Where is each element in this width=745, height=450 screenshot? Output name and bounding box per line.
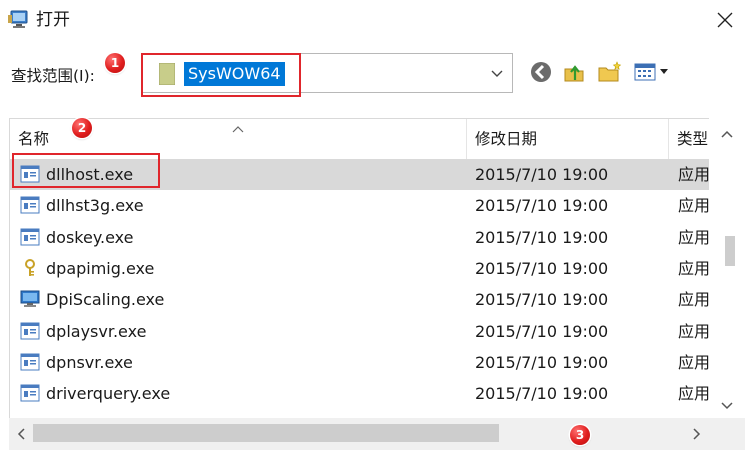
file-modified-date: 2015/7/10 19:00 <box>475 227 609 247</box>
file-name: dpnsvr.exe <box>46 352 133 372</box>
file-name: dpapimig.exe <box>46 258 155 278</box>
file-row[interactable]: driverquery.exe 2015/7/10 19:00 应用 <box>10 378 710 409</box>
file-modified-date: 2015/7/10 19:00 <box>475 290 609 310</box>
vertical-scrollbar[interactable] <box>709 118 745 418</box>
annotation-badge-1: 1 <box>105 53 125 73</box>
scroll-up-button[interactable] <box>709 124 745 144</box>
file-row[interactable]: dllhost.exe 2015/7/10 19:00 应用 <box>10 159 710 190</box>
dialog-title: 打开 <box>36 10 70 30</box>
app-icon <box>20 322 40 340</box>
close-icon <box>717 12 733 28</box>
file-name: driverquery.exe <box>46 384 171 404</box>
chevron-up-icon <box>721 130 733 138</box>
list-header: 名称 修改日期 类型 <box>10 119 745 160</box>
file-name: doskey.exe <box>46 227 134 247</box>
annotation-badge-2: 2 <box>72 118 92 138</box>
scroll-right-button[interactable] <box>685 418 709 450</box>
app-icon <box>20 165 40 183</box>
file-modified-date: 2015/7/10 19:00 <box>475 352 609 372</box>
folder-icon <box>158 62 176 86</box>
new-folder-icon <box>598 61 622 82</box>
file-list[interactable]: 名称 修改日期 类型 dllhost.exe 2015/7/10 19:00 应用 d… <box>9 118 745 450</box>
file-type: 应用 <box>678 196 711 216</box>
file-row[interactable]: DpiScaling.exe 2015/7/10 19:00 应用 <box>10 284 710 315</box>
file-type: 应用 <box>678 227 711 247</box>
app-icon <box>20 353 40 371</box>
scroll-down-button[interactable] <box>709 396 745 416</box>
horizontal-scroll-thumb[interactable] <box>33 424 499 442</box>
monitor-icon <box>20 290 40 308</box>
back-button[interactable] <box>530 61 552 83</box>
app-icon <box>20 196 40 214</box>
key-icon <box>20 258 40 277</box>
file-row[interactable]: dplaysvr.exe 2015/7/10 19:00 应用 <box>10 316 710 347</box>
vertical-scroll-thumb[interactable] <box>725 236 735 266</box>
file-modified-date: 2015/7/10 19:00 <box>475 384 609 404</box>
view-menu-icon <box>634 63 668 81</box>
file-type: 应用 <box>678 384 711 404</box>
look-in-combobox[interactable]: SysWOW64 <box>141 53 513 93</box>
file-modified-date: 2015/7/10 19:00 <box>475 321 609 341</box>
close-button[interactable] <box>705 0 745 40</box>
new-folder-button[interactable] <box>598 61 622 83</box>
chevron-right-icon <box>693 428 701 440</box>
scroll-left-button[interactable] <box>9 418 33 450</box>
app-icon <box>20 228 40 246</box>
chevron-left-icon <box>17 428 25 440</box>
file-modified-date: 2015/7/10 19:00 <box>475 258 609 278</box>
horizontal-scrollbar[interactable] <box>9 418 709 450</box>
file-row[interactable]: dllhst3g.exe 2015/7/10 19:00 应用 <box>10 190 710 221</box>
app-icon <box>20 384 40 402</box>
file-type: 应用 <box>678 321 711 341</box>
view-menu-button[interactable] <box>633 61 673 83</box>
file-name: DpiScaling.exe <box>46 290 165 310</box>
look-in-value: SysWOW64 <box>184 62 285 86</box>
chevron-down-icon <box>721 402 733 410</box>
file-name: dllhst3g.exe <box>46 196 144 216</box>
file-type: 应用 <box>678 258 711 278</box>
look-in-label: 查找范围(I): <box>11 67 95 85</box>
file-row[interactable]: dpapimig.exe 2015/7/10 19:00 应用 <box>10 253 710 284</box>
scrollbar-corner <box>709 418 745 450</box>
column-header-date[interactable]: 修改日期 <box>467 119 667 159</box>
file-name: dllhost.exe <box>46 165 134 184</box>
file-type: 应用 <box>678 352 711 372</box>
title-bar: 打开 <box>0 0 745 40</box>
file-row[interactable]: doskey.exe 2015/7/10 19:00 应用 <box>10 222 710 253</box>
file-type: 应用 <box>678 165 711 184</box>
file-type: 应用 <box>678 290 711 310</box>
sort-ascending-icon <box>232 119 244 133</box>
back-icon <box>531 62 551 82</box>
up-folder-button[interactable] <box>563 61 585 83</box>
dialog-app-icon <box>8 9 30 31</box>
file-row[interactable]: dpnsvr.exe 2015/7/10 19:00 应用 <box>10 347 710 378</box>
file-name: dplaysvr.exe <box>46 321 147 341</box>
file-modified-date: 2015/7/10 19:00 <box>475 196 609 216</box>
annotation-badge-3: 3 <box>570 425 590 445</box>
up-folder-icon <box>564 65 584 82</box>
chevron-down-icon[interactable] <box>490 66 504 80</box>
file-modified-date: 2015/7/10 19:00 <box>475 165 609 184</box>
